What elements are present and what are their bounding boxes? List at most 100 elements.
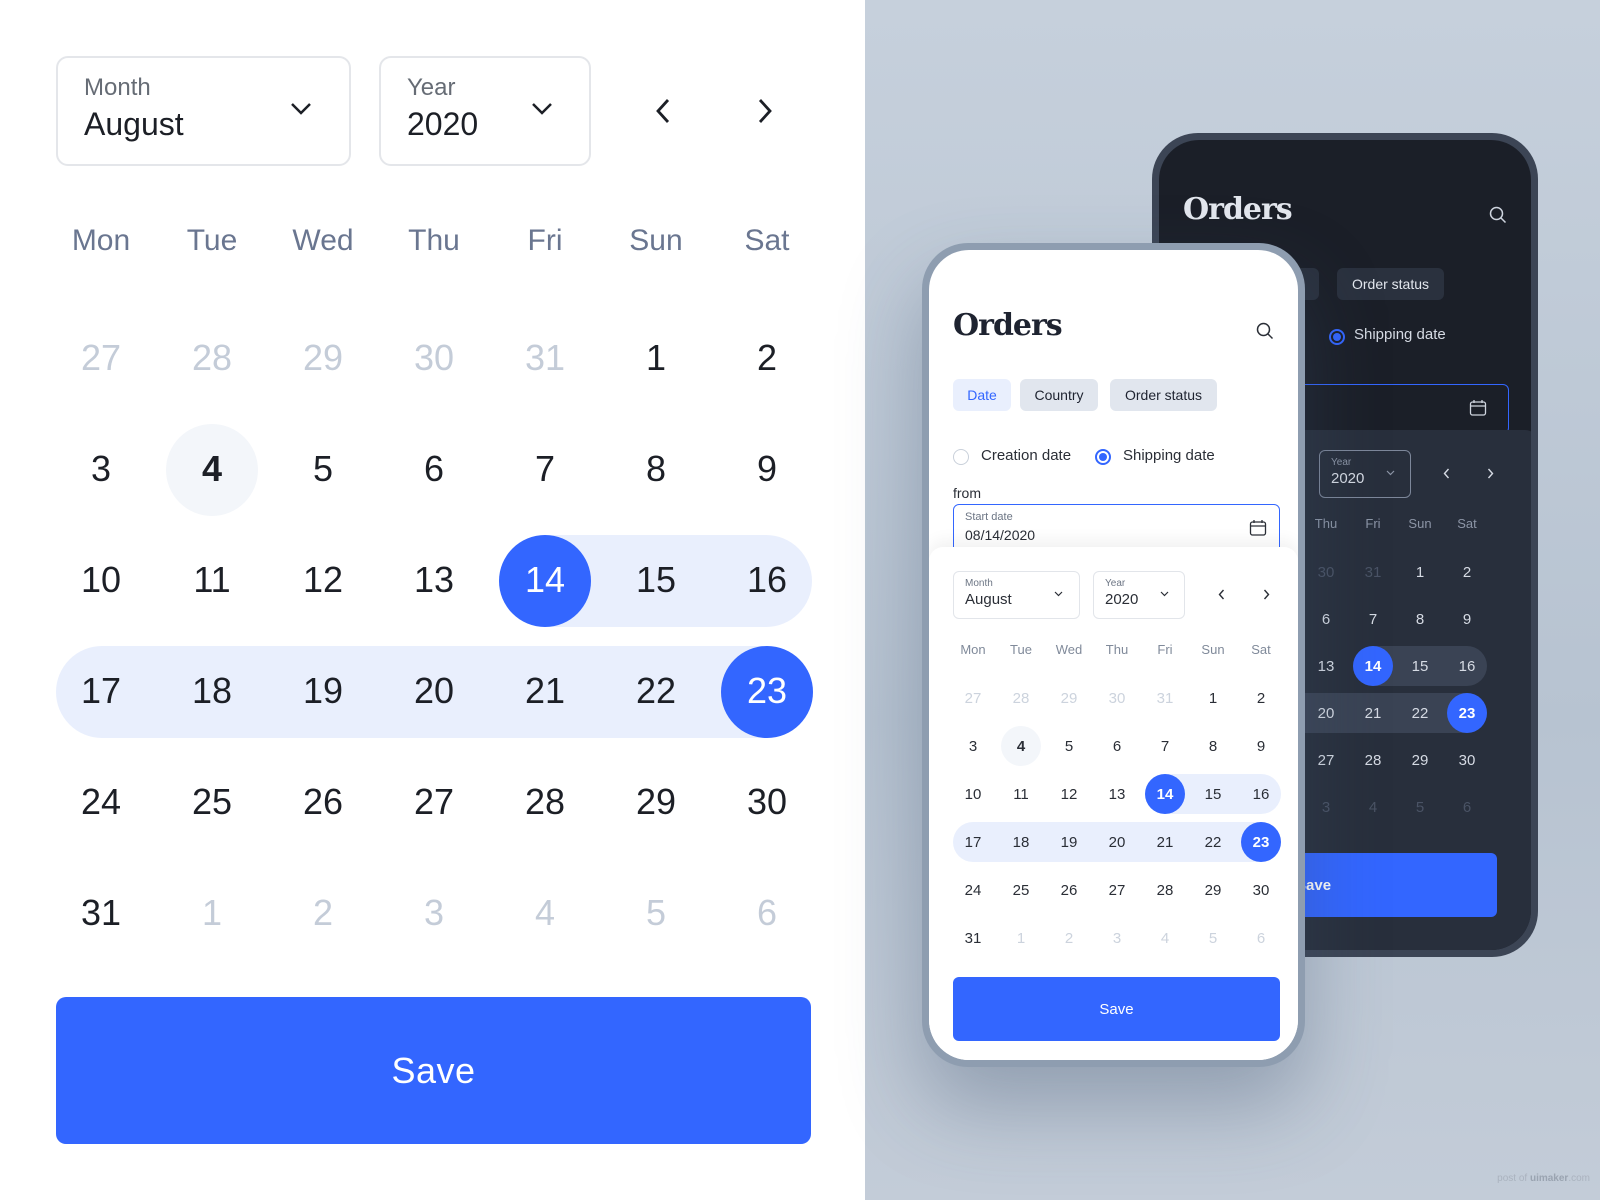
day-cell[interactable]: 29 bbox=[601, 756, 711, 848]
day-cell[interactable]: 6 bbox=[1443, 787, 1491, 827]
day-cell[interactable]: 4 bbox=[157, 423, 267, 515]
day-cell[interactable]: 19 bbox=[268, 645, 378, 737]
day-cell[interactable]: 30 bbox=[1237, 870, 1285, 910]
day-cell[interactable]: 30 bbox=[379, 312, 489, 404]
day-cell[interactable]: 16 bbox=[1443, 646, 1491, 686]
day-cell[interactable]: 14 bbox=[490, 534, 600, 626]
day-cell[interactable]: 20 bbox=[379, 645, 489, 737]
day-cell[interactable]: 3 bbox=[949, 726, 997, 766]
day-cell[interactable]: 2 bbox=[712, 312, 822, 404]
month-select[interactable]: Month August bbox=[953, 571, 1080, 619]
radio-creation-date[interactable] bbox=[953, 449, 969, 465]
day-cell[interactable]: 6 bbox=[712, 867, 822, 959]
day-cell[interactable]: 31 bbox=[1141, 678, 1189, 718]
day-cell[interactable]: 17 bbox=[46, 645, 156, 737]
day-cell[interactable]: 5 bbox=[1045, 726, 1093, 766]
day-cell[interactable]: 29 bbox=[268, 312, 378, 404]
dark-next-button[interactable] bbox=[1487, 468, 1494, 479]
day-cell[interactable]: 9 bbox=[1443, 599, 1491, 639]
search-icon[interactable] bbox=[1489, 206, 1507, 224]
day-cell[interactable]: 29 bbox=[1045, 678, 1093, 718]
month-select[interactable]: Month August bbox=[56, 56, 351, 166]
radio-shipping-date[interactable] bbox=[1095, 449, 1111, 465]
day-cell[interactable]: 1 bbox=[997, 918, 1045, 958]
dark-prev-button[interactable] bbox=[1443, 468, 1450, 479]
day-cell[interactable]: 3 bbox=[379, 867, 489, 959]
day-cell[interactable]: 10 bbox=[46, 534, 156, 626]
day-cell[interactable]: 17 bbox=[949, 822, 997, 862]
day-cell[interactable]: 16 bbox=[1237, 774, 1285, 814]
day-cell[interactable]: 8 bbox=[601, 423, 711, 515]
day-cell[interactable]: 30 bbox=[712, 756, 822, 848]
day-cell[interactable]: 24 bbox=[949, 870, 997, 910]
day-cell[interactable]: 23 bbox=[712, 645, 822, 737]
day-cell[interactable]: 26 bbox=[268, 756, 378, 848]
day-cell[interactable]: 30 bbox=[1093, 678, 1141, 718]
day-cell[interactable]: 29 bbox=[1189, 870, 1237, 910]
day-cell[interactable]: 28 bbox=[1349, 740, 1397, 780]
day-cell[interactable]: 29 bbox=[1396, 740, 1444, 780]
day-cell[interactable]: 1 bbox=[157, 867, 267, 959]
day-cell[interactable]: 8 bbox=[1396, 599, 1444, 639]
day-cell[interactable]: 19 bbox=[1045, 822, 1093, 862]
day-cell[interactable]: 11 bbox=[997, 774, 1045, 814]
day-cell[interactable]: 23 bbox=[1237, 822, 1285, 862]
dark-radio-shipping[interactable] bbox=[1329, 329, 1345, 345]
day-cell[interactable]: 9 bbox=[1237, 726, 1285, 766]
day-cell[interactable]: 31 bbox=[949, 918, 997, 958]
day-cell[interactable]: 27 bbox=[379, 756, 489, 848]
day-cell[interactable]: 13 bbox=[1093, 774, 1141, 814]
day-cell[interactable]: 2 bbox=[1443, 552, 1491, 592]
day-cell[interactable]: 24 bbox=[46, 756, 156, 848]
day-cell[interactable]: 27 bbox=[46, 312, 156, 404]
day-cell[interactable]: 27 bbox=[1093, 870, 1141, 910]
day-cell[interactable]: 4 bbox=[997, 726, 1045, 766]
day-cell[interactable]: 18 bbox=[157, 645, 267, 737]
day-cell[interactable]: 1 bbox=[601, 312, 711, 404]
day-cell[interactable]: 20 bbox=[1093, 822, 1141, 862]
dark-year-select[interactable]: Year 2020 bbox=[1319, 450, 1411, 498]
day-cell[interactable]: 3 bbox=[1093, 918, 1141, 958]
day-cell[interactable]: 28 bbox=[997, 678, 1045, 718]
day-cell[interactable]: 28 bbox=[1141, 870, 1189, 910]
day-cell[interactable]: 31 bbox=[46, 867, 156, 959]
prev-month-button[interactable] bbox=[655, 98, 671, 124]
chip-date[interactable]: Date bbox=[953, 379, 1011, 411]
day-cell[interactable]: 8 bbox=[1189, 726, 1237, 766]
day-cell[interactable]: 27 bbox=[949, 678, 997, 718]
day-cell[interactable]: 6 bbox=[1302, 599, 1350, 639]
day-cell[interactable]: 13 bbox=[1302, 646, 1350, 686]
day-cell[interactable]: 4 bbox=[490, 867, 600, 959]
day-cell[interactable]: 31 bbox=[490, 312, 600, 404]
day-cell[interactable]: 1 bbox=[1396, 552, 1444, 592]
day-cell[interactable]: 15 bbox=[601, 534, 711, 626]
day-cell[interactable]: 30 bbox=[1443, 740, 1491, 780]
day-cell[interactable]: 23 bbox=[1443, 693, 1491, 733]
day-cell[interactable]: 1 bbox=[1189, 678, 1237, 718]
next-month-button[interactable] bbox=[1263, 589, 1270, 600]
day-cell[interactable]: 2 bbox=[1045, 918, 1093, 958]
chip-country[interactable]: Country bbox=[1020, 379, 1098, 411]
save-button[interactable]: Save bbox=[953, 977, 1280, 1041]
day-cell[interactable]: 14 bbox=[1349, 646, 1397, 686]
day-cell[interactable]: 13 bbox=[379, 534, 489, 626]
day-cell[interactable]: 2 bbox=[1237, 678, 1285, 718]
day-cell[interactable]: 22 bbox=[1189, 822, 1237, 862]
day-cell[interactable]: 25 bbox=[997, 870, 1045, 910]
day-cell[interactable]: 5 bbox=[1396, 787, 1444, 827]
day-cell[interactable]: 5 bbox=[268, 423, 378, 515]
day-cell[interactable]: 21 bbox=[1349, 693, 1397, 733]
chip-order-status[interactable]: Order status bbox=[1110, 379, 1217, 411]
day-cell[interactable]: 15 bbox=[1396, 646, 1444, 686]
day-cell[interactable]: 12 bbox=[268, 534, 378, 626]
day-cell[interactable]: 31 bbox=[1349, 552, 1397, 592]
day-cell[interactable]: 16 bbox=[712, 534, 822, 626]
calendar-icon[interactable] bbox=[1249, 519, 1267, 537]
day-cell[interactable]: 28 bbox=[490, 756, 600, 848]
search-icon[interactable] bbox=[1256, 322, 1274, 340]
day-cell[interactable]: 26 bbox=[1045, 870, 1093, 910]
day-cell[interactable]: 18 bbox=[997, 822, 1045, 862]
day-cell[interactable]: 6 bbox=[1093, 726, 1141, 766]
day-cell[interactable]: 7 bbox=[1141, 726, 1189, 766]
day-cell[interactable]: 6 bbox=[1237, 918, 1285, 958]
